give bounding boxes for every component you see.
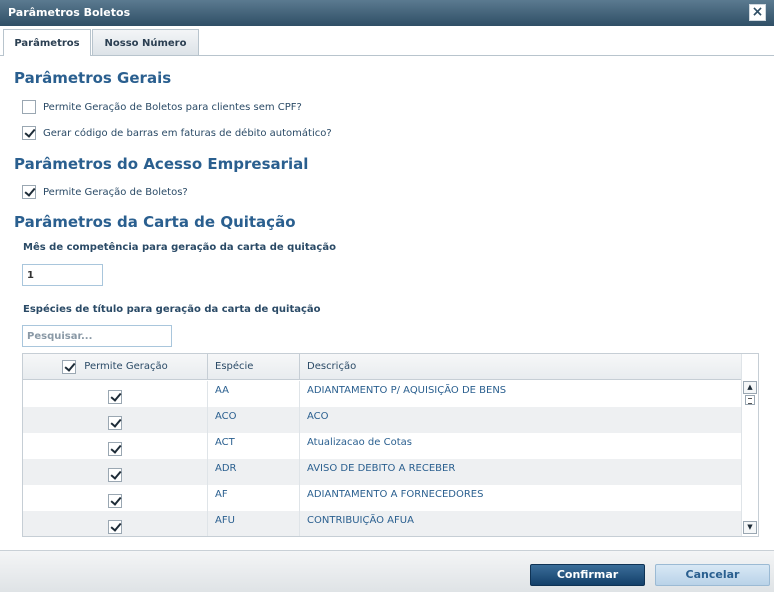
- row-checkbox-cell: [23, 381, 208, 407]
- tab-nosso-numero[interactable]: Nosso Número: [92, 29, 199, 56]
- option-codigo-barras-label: Gerar código de barras em faturas de déb…: [43, 127, 332, 139]
- row-checkbox-cell: [23, 485, 208, 511]
- checkbox-cpf[interactable]: [22, 100, 36, 114]
- row-checkbox[interactable]: [108, 390, 122, 404]
- row-especie: ADR: [208, 459, 300, 485]
- search-input[interactable]: [22, 325, 172, 347]
- row-checkbox[interactable]: [108, 416, 122, 430]
- row-descricao: ADIANTAMENTO P/ AQUISIÇÃO DE BENS: [307, 385, 507, 396]
- table-row[interactable]: ACT Atualizacao de Cotas: [23, 433, 742, 459]
- option-permite-boletos: Permite Geração de Boletos?: [22, 184, 188, 200]
- section-title-carta: Parâmetros da Carta de Quitação: [14, 213, 296, 231]
- tab-content: Parâmetros Gerais Permite Geração de Bol…: [0, 56, 774, 550]
- tab-parametros[interactable]: Parâmetros: [3, 29, 91, 57]
- mes-competencia-input[interactable]: [22, 264, 103, 286]
- section-title-gerais: Parâmetros Gerais: [14, 69, 172, 87]
- table-row[interactable]: AF ADIANTAMENTO A FORNECEDORES: [23, 485, 742, 511]
- header-select-all-checkbox[interactable]: [62, 360, 77, 374]
- table-row[interactable]: ADR AVISO DE DEBITO A RECEBER: [23, 459, 742, 485]
- row-checkbox-cell: [23, 433, 208, 459]
- grid-header: Permite Geração Espécie Descrição: [23, 354, 742, 380]
- option-cpf: Permite Geração de Boletos para clientes…: [22, 99, 302, 115]
- option-cpf-label: Permite Geração de Boletos para clientes…: [43, 101, 302, 113]
- close-icon[interactable]: ×: [749, 4, 766, 21]
- option-codigo-barras: Gerar código de barras em faturas de déb…: [22, 125, 332, 141]
- row-especie: ACT: [208, 433, 300, 459]
- row-checkbox[interactable]: [108, 494, 122, 508]
- checkbox-codigo-barras[interactable]: [22, 126, 36, 140]
- tab-bar: Parâmetros Nosso Número: [0, 26, 774, 57]
- scroll-up-icon[interactable]: ▲: [743, 381, 757, 394]
- row-checkbox[interactable]: [108, 520, 122, 534]
- row-descricao: ACO: [307, 411, 329, 422]
- row-especie: ACO: [208, 407, 300, 433]
- dialog-footer: Confirmar Cancelar: [0, 550, 774, 592]
- especies-label: Espécies de título para geração da carta…: [23, 304, 321, 315]
- row-descricao: AVISO DE DEBITO A RECEBER: [307, 463, 456, 474]
- row-descricao: ADIANTAMENTO A FORNECEDORES: [307, 489, 484, 500]
- table-row[interactable]: ACO ACO: [23, 407, 742, 433]
- section-title-acesso: Parâmetros do Acesso Empresarial: [14, 155, 309, 173]
- grid-rows: AA ADIANTAMENTO P/ AQUISIÇÃO DE BENS ACO…: [23, 381, 742, 536]
- table-row[interactable]: AFU CONTRIBUIÇÃO AFUA: [23, 511, 742, 536]
- especies-grid: Permite Geração Espécie Descrição AA ADI…: [22, 353, 759, 537]
- row-checkbox[interactable]: [108, 468, 122, 482]
- confirm-button[interactable]: Confirmar: [530, 564, 645, 586]
- option-permite-boletos-label: Permite Geração de Boletos?: [43, 186, 188, 198]
- row-descricao: CONTRIBUIÇÃO AFUA: [307, 515, 414, 526]
- header-permite-label: Permite Geração: [84, 361, 168, 372]
- mes-competencia-label: Mês de competência para geração da carta…: [23, 242, 336, 253]
- header-permite-geracao: Permite Geração: [23, 354, 208, 380]
- row-checkbox-cell: [23, 511, 208, 536]
- table-row[interactable]: AA ADIANTAMENTO P/ AQUISIÇÃO DE BENS: [23, 381, 742, 407]
- cancel-button[interactable]: Cancelar: [655, 564, 770, 586]
- window-titlebar: Parâmetros Boletos ×: [0, 0, 774, 26]
- scroll-thumb[interactable]: [745, 395, 755, 405]
- header-especie[interactable]: Espécie: [208, 354, 300, 380]
- grid-scrollbar[interactable]: ▲ ▼: [741, 354, 758, 536]
- row-especie: AA: [208, 381, 300, 407]
- checkbox-permite-boletos[interactable]: [22, 185, 36, 199]
- row-checkbox-cell: [23, 407, 208, 433]
- row-checkbox-cell: [23, 459, 208, 485]
- row-descricao: Atualizacao de Cotas: [307, 437, 412, 448]
- row-checkbox[interactable]: [108, 442, 122, 456]
- row-especie: AFU: [208, 511, 300, 536]
- scroll-down-icon[interactable]: ▼: [743, 521, 757, 534]
- header-descricao[interactable]: Descrição: [300, 354, 742, 380]
- window-title: Parâmetros Boletos: [8, 6, 131, 19]
- row-especie: AF: [208, 485, 300, 511]
